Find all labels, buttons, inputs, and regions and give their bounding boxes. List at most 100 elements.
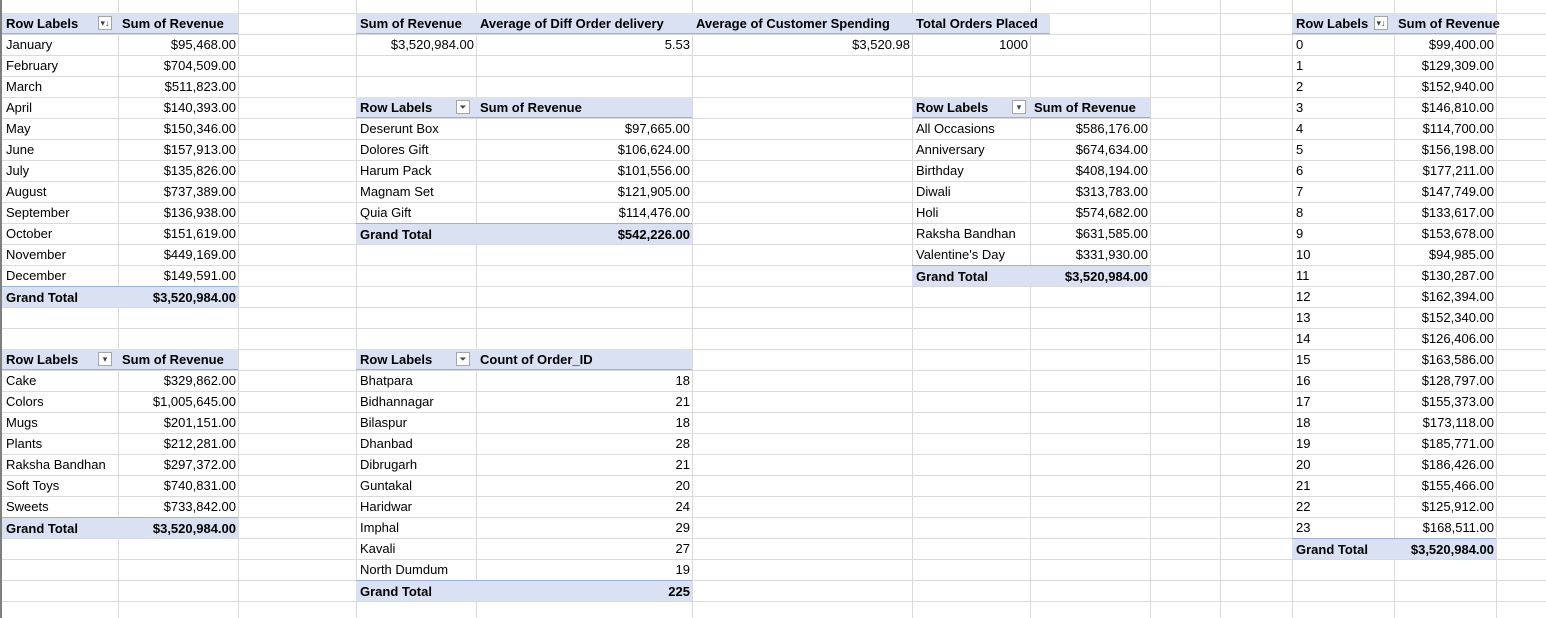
pivot-row-value[interactable]: $162,394.00 [1394, 286, 1496, 307]
pivot-row-value[interactable]: 20 [476, 475, 692, 496]
pivot-row-label[interactable]: Harum Pack [356, 160, 476, 181]
pivot-row-label[interactable]: March [2, 76, 118, 97]
pivot-row-label[interactable]: 0 [1292, 34, 1394, 55]
pivot-row-label[interactable]: 17 [1292, 391, 1394, 412]
pivot-row-value[interactable]: $101,556.00 [476, 160, 692, 181]
pivot-row-label[interactable]: February [2, 55, 118, 76]
pivot-row-value[interactable]: $155,466.00 [1394, 475, 1496, 496]
pivot-row-label[interactable]: 10 [1292, 244, 1394, 265]
pivot-row-label[interactable]: Holi [912, 202, 1030, 223]
pivot-row-label[interactable]: All Occasions [912, 118, 1030, 139]
pivot-row-label[interactable]: Dolores Gift [356, 139, 476, 160]
pivot-row-value[interactable]: $177,211.00 [1394, 160, 1496, 181]
pivot-row-value[interactable]: $126,406.00 [1394, 328, 1496, 349]
pivot-row-value[interactable]: $150,346.00 [118, 118, 238, 139]
pivot-row-label[interactable]: Soft Toys [2, 475, 118, 496]
pivot-row-value[interactable]: $331,930.00 [1030, 244, 1150, 265]
pivot-row-value[interactable]: $704,509.00 [118, 55, 238, 76]
pivot-row-value[interactable]: $95,468.00 [118, 34, 238, 55]
pivot-row-value[interactable]: $329,862.00 [118, 370, 238, 391]
pivot-row-label[interactable]: 7 [1292, 181, 1394, 202]
pivot-row-label[interactable]: 12 [1292, 286, 1394, 307]
pivot-row-label[interactable]: 15 [1292, 349, 1394, 370]
pivot-row-label[interactable]: Dibrugarh [356, 454, 476, 475]
filter-dropdown-icon[interactable]: ▾ [98, 352, 112, 366]
pivot-row-value[interactable]: $136,938.00 [118, 202, 238, 223]
pivot-row-value[interactable]: $152,940.00 [1394, 76, 1496, 97]
pivot-row-value[interactable]: 28 [476, 433, 692, 454]
pivot-row-value[interactable]: 18 [476, 370, 692, 391]
kpi-value-total-orders[interactable]: 1000 [912, 34, 1030, 55]
pivot-row-value[interactable]: 29 [476, 517, 692, 538]
pivot-row-value[interactable]: $168,511.00 [1394, 517, 1496, 538]
pivot-row-label[interactable]: August [2, 181, 118, 202]
kpi-value-avg-spending[interactable]: $3,520.98 [692, 34, 912, 55]
pivot-row-value[interactable]: 18 [476, 412, 692, 433]
pivot-row-value[interactable]: $737,389.00 [118, 181, 238, 202]
pivot-row-label[interactable]: Bilaspur [356, 412, 476, 433]
pivot-row-label[interactable]: Raksha Bandhan [2, 454, 118, 475]
pivot-row-label[interactable]: Haridwar [356, 496, 476, 517]
pivot-row-value[interactable]: $149,591.00 [118, 265, 238, 286]
pivot-row-label[interactable]: Raksha Bandhan [912, 223, 1030, 244]
pivot-row-label[interactable]: 5 [1292, 139, 1394, 160]
pivot-row-value[interactable]: $297,372.00 [118, 454, 238, 475]
pivot-row-value[interactable]: 21 [476, 454, 692, 475]
pivot-row-value[interactable]: $153,678.00 [1394, 223, 1496, 244]
pivot-row-value[interactable]: $94,985.00 [1394, 244, 1496, 265]
pivot-row-label[interactable]: 8 [1292, 202, 1394, 223]
pivot-row-value[interactable]: $151,619.00 [118, 223, 238, 244]
pivot-row-label[interactable]: December [2, 265, 118, 286]
pivot-row-label[interactable]: 11 [1292, 265, 1394, 286]
pivot-row-value[interactable]: 19 [476, 559, 692, 580]
pivot-row-label[interactable]: Diwali [912, 181, 1030, 202]
pivot-row-label[interactable]: January [2, 34, 118, 55]
pivot-row-value[interactable]: $152,340.00 [1394, 307, 1496, 328]
filter-dropdown-icon[interactable]: ▾ [1012, 100, 1026, 114]
pivot-row-value[interactable]: $125,912.00 [1394, 496, 1496, 517]
pivot-row-value[interactable]: $97,665.00 [476, 118, 692, 139]
pivot-row-value[interactable]: $1,005,645.00 [118, 391, 238, 412]
pivot-row-value[interactable]: $99,400.00 [1394, 34, 1496, 55]
pivot-row-value[interactable]: $157,913.00 [118, 139, 238, 160]
kpi-value-avg-delivery[interactable]: 5.53 [476, 34, 692, 55]
pivot-row-label[interactable]: North Dumdum [356, 559, 476, 580]
filter-dropdown-icon[interactable]: ⏷ [456, 352, 470, 366]
pivot-row-value[interactable]: $185,771.00 [1394, 433, 1496, 454]
pivot-row-label[interactable]: Plants [2, 433, 118, 454]
pivot-row-value[interactable]: $574,682.00 [1030, 202, 1150, 223]
pivot-row-label[interactable]: Sweets [2, 496, 118, 517]
pivot-row-value[interactable]: 24 [476, 496, 692, 517]
pivot-row-value[interactable]: $586,176.00 [1030, 118, 1150, 139]
filter-dropdown-icon[interactable]: ⏷ [456, 100, 470, 114]
pivot-row-value[interactable]: $147,749.00 [1394, 181, 1496, 202]
pivot-row-label[interactable]: 16 [1292, 370, 1394, 391]
pivot-row-value[interactable]: $106,624.00 [476, 139, 692, 160]
filter-dropdown-icon[interactable]: ▾↓ [1374, 16, 1388, 30]
pivot-row-value[interactable]: $733,842.00 [118, 496, 238, 517]
pivot-row-label[interactable]: Colors [2, 391, 118, 412]
pivot-row-value[interactable]: $129,309.00 [1394, 55, 1496, 76]
pivot-row-label[interactable]: Imphal [356, 517, 476, 538]
pivot-row-value[interactable]: $313,783.00 [1030, 181, 1150, 202]
pivot-row-label[interactable]: Valentine's Day [912, 244, 1030, 265]
pivot-row-label[interactable]: Magnam Set [356, 181, 476, 202]
pivot-row-value[interactable]: $740,831.00 [118, 475, 238, 496]
pivot-row-label[interactable]: 23 [1292, 517, 1394, 538]
pivot-row-value[interactable]: $128,797.00 [1394, 370, 1496, 391]
pivot-row-label[interactable]: 13 [1292, 307, 1394, 328]
pivot-row-label[interactable]: 4 [1292, 118, 1394, 139]
pivot-row-label[interactable]: Anniversary [912, 139, 1030, 160]
pivot-row-label[interactable]: Deserunt Box [356, 118, 476, 139]
pivot-row-label[interactable]: 18 [1292, 412, 1394, 433]
pivot-row-value[interactable]: $201,151.00 [118, 412, 238, 433]
pivot-row-label[interactable]: 6 [1292, 160, 1394, 181]
pivot-row-label[interactable]: 14 [1292, 328, 1394, 349]
pivot-row-label[interactable]: Guntakal [356, 475, 476, 496]
pivot-row-value[interactable]: $140,393.00 [118, 97, 238, 118]
pivot-row-label[interactable]: July [2, 160, 118, 181]
pivot-row-value[interactable]: $186,426.00 [1394, 454, 1496, 475]
pivot-row-label[interactable]: Dhanbad [356, 433, 476, 454]
pivot-row-value[interactable]: $156,198.00 [1394, 139, 1496, 160]
pivot-row-label[interactable]: October [2, 223, 118, 244]
